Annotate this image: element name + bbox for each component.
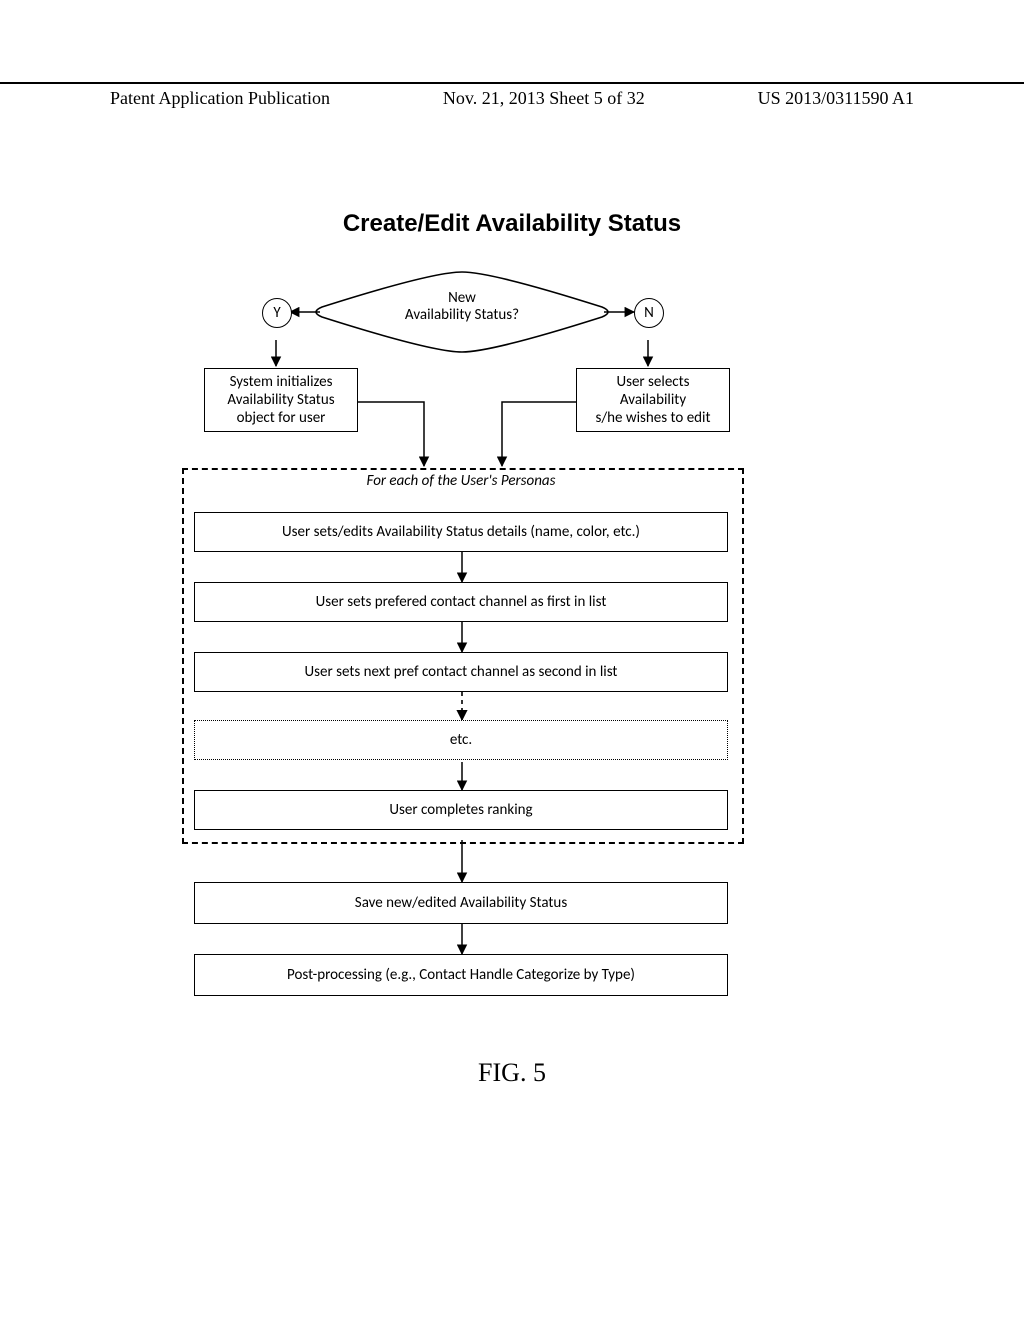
page: Patent Application Publication Nov. 21, …	[0, 0, 1024, 1320]
yes-connector: Y	[262, 298, 292, 328]
box-select: User selects Availability s/he wishes to…	[576, 368, 730, 432]
no-connector: N	[634, 298, 664, 328]
box-step3: User sets next pref contact channel as s…	[194, 652, 728, 692]
box-step2: User sets prefered contact channel as fi…	[194, 582, 728, 622]
diagram-title: Create/Edit Availability Status	[0, 210, 1024, 238]
decision-line1: New	[322, 290, 602, 307]
decision-line2: Availability Status?	[322, 307, 602, 324]
box-step5: User completes ranking	[194, 790, 728, 830]
header-mid: Nov. 21, 2013 Sheet 5 of 32	[443, 88, 645, 109]
no-connector-label: N	[644, 304, 654, 322]
decision-text: New Availability Status?	[322, 290, 602, 325]
box-save: Save new/edited Availability Status	[194, 882, 728, 924]
box-step4: etc.	[194, 720, 728, 760]
header-right: US 2013/0311590 A1	[758, 88, 914, 109]
flowchart: New Availability Status? Y N System init…	[182, 262, 742, 1042]
box-step1: User sets/edits Availability Status deta…	[194, 512, 728, 552]
figure-label: FIG. 5	[0, 1058, 1024, 1088]
box-post: Post-processing (e.g., Contact Handle Ca…	[194, 954, 728, 996]
box-init: System initializes Availability Status o…	[204, 368, 358, 432]
yes-connector-label: Y	[273, 304, 280, 322]
header-left: Patent Application Publication	[110, 88, 330, 109]
header-bar: Patent Application Publication Nov. 21, …	[0, 82, 1024, 109]
loop-label: For each of the User's Personas	[182, 472, 740, 490]
